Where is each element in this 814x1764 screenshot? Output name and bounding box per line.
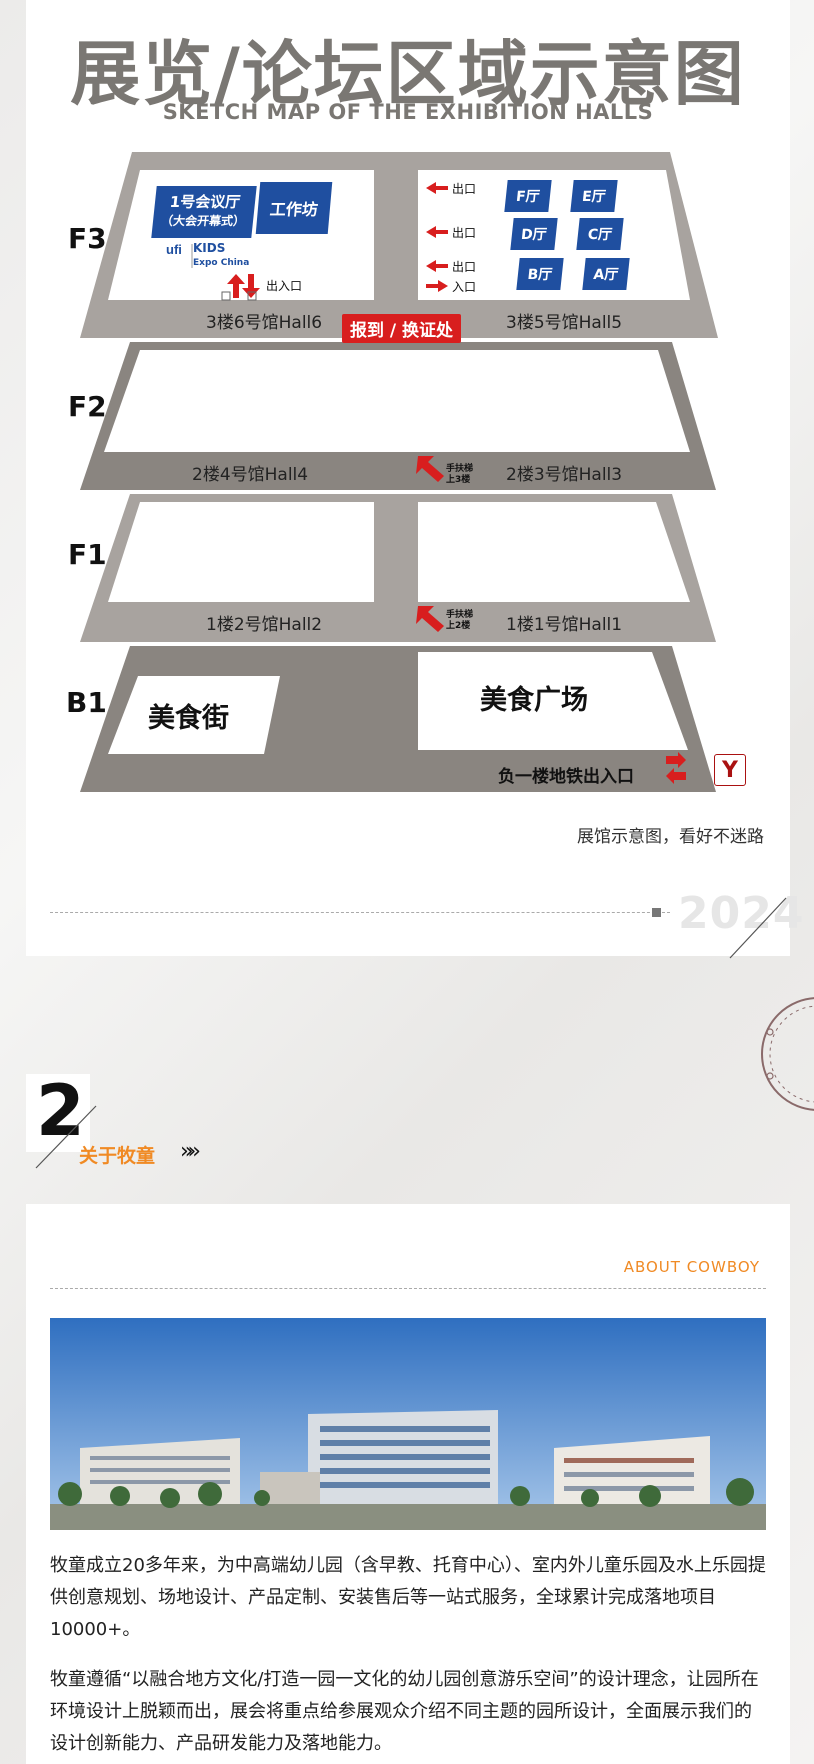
escalator-to-f3-line1: 手扶梯 [446,464,474,474]
kids-expo-logo-title: KIDS [193,241,226,255]
escalator-to-f3-label: 手扶梯 上3楼 [446,464,473,486]
hall-room-b: B厅 [516,258,564,290]
chevron-right-icon: »» [180,1139,201,1164]
hall-room-a: A厅 [582,258,630,290]
meeting-room-note: （大会开幕式） [160,214,246,228]
section-title: 关于牧童 [79,1145,156,1167]
hall-room-c: C厅 [576,218,624,250]
f2-open-area [104,350,690,452]
corner-slash-decoration [729,897,787,959]
ufi-logo: ufi [166,242,182,257]
kids-expo-logo: KIDS Expo China [193,242,249,270]
hall-room-d: D厅 [510,218,558,250]
kids-expo-logo-sub: Expo China [193,258,250,268]
about-paragraph-2: 牧童遵循“以融合地方文化/打造一园一文化的幼儿园创意游乐空间”的设计理念，让园所… [50,1669,759,1754]
divider-line [50,912,670,913]
hall6-label: 3楼6号馆Hall6 [206,313,323,333]
meeting-room-1: 1号会议厅 （大会开幕式） [151,186,257,238]
about-card: ABOUT COWBOY 牧童成立20多年来，为中高端幼儿园（含早教、托育中心）… [26,1204,790,1764]
decorative-circle-icon [761,997,814,1111]
hall4-label: 2楼4号馆Hall4 [192,465,309,485]
registration-badge: 报到 / 换证处 [342,314,462,343]
exit-label: 出口 [452,182,477,196]
hall-room-f: F厅 [504,180,552,212]
about-subtitle-en: ABOUT COWBOY [623,1258,760,1276]
about-divider-line [50,1288,766,1289]
metro-exit-label: 负一楼地铁出入口 [498,767,634,787]
map-caption: 展馆示意图，看好不迷路 [577,827,764,847]
floor-plan-graphic: ufi [80,152,718,792]
escalator-to-f3-line2: 上3楼 [446,475,471,485]
exit-entrance-label: 出入口 [266,279,303,293]
floor-label-f1: F1 [68,538,107,571]
metro-icon: Y [714,754,746,786]
entrance-label: 入口 [452,280,477,294]
hall2-label: 1楼2号馆Hall2 [206,615,323,635]
floor-label-f3: F3 [68,222,107,255]
workshop-room: 工作坊 [255,182,333,234]
divider-square-icon [652,908,661,917]
escalator-to-f2-line1: 手扶梯 [446,610,474,620]
floor-label-f2: F2 [68,390,107,423]
food-street-label: 美食街 [148,703,229,734]
hall2-area [108,502,374,602]
food-plaza-label: 美食广场 [480,685,588,716]
hall1-area [418,502,690,602]
escalator-to-f2-label: 手扶梯 上2楼 [446,610,473,632]
map-card: 展览/论坛区域示意图 SKETCH MAP OF THE EXHIBITION … [26,0,803,959]
hall3-label: 2楼3号馆Hall3 [506,465,623,485]
escalator-to-f2-line2: 上2楼 [446,621,471,631]
exit-label: 出口 [452,226,477,240]
exit-label: 出口 [452,260,477,274]
meeting-room-title: 1号会议厅 [168,193,242,211]
hall-room-e: E厅 [570,180,618,212]
about-paragraph-1: 牧童成立20多年来，为中高端幼儿园（含早教、托育中心）、室内外儿童乐园及水上乐园… [50,1555,766,1640]
hall1-label: 1楼1号馆Hall1 [506,615,623,635]
floor-label-b1: B1 [66,686,107,719]
company-campus-photo [50,1318,766,1530]
hall5-label: 3楼5号馆Hall5 [506,313,623,333]
